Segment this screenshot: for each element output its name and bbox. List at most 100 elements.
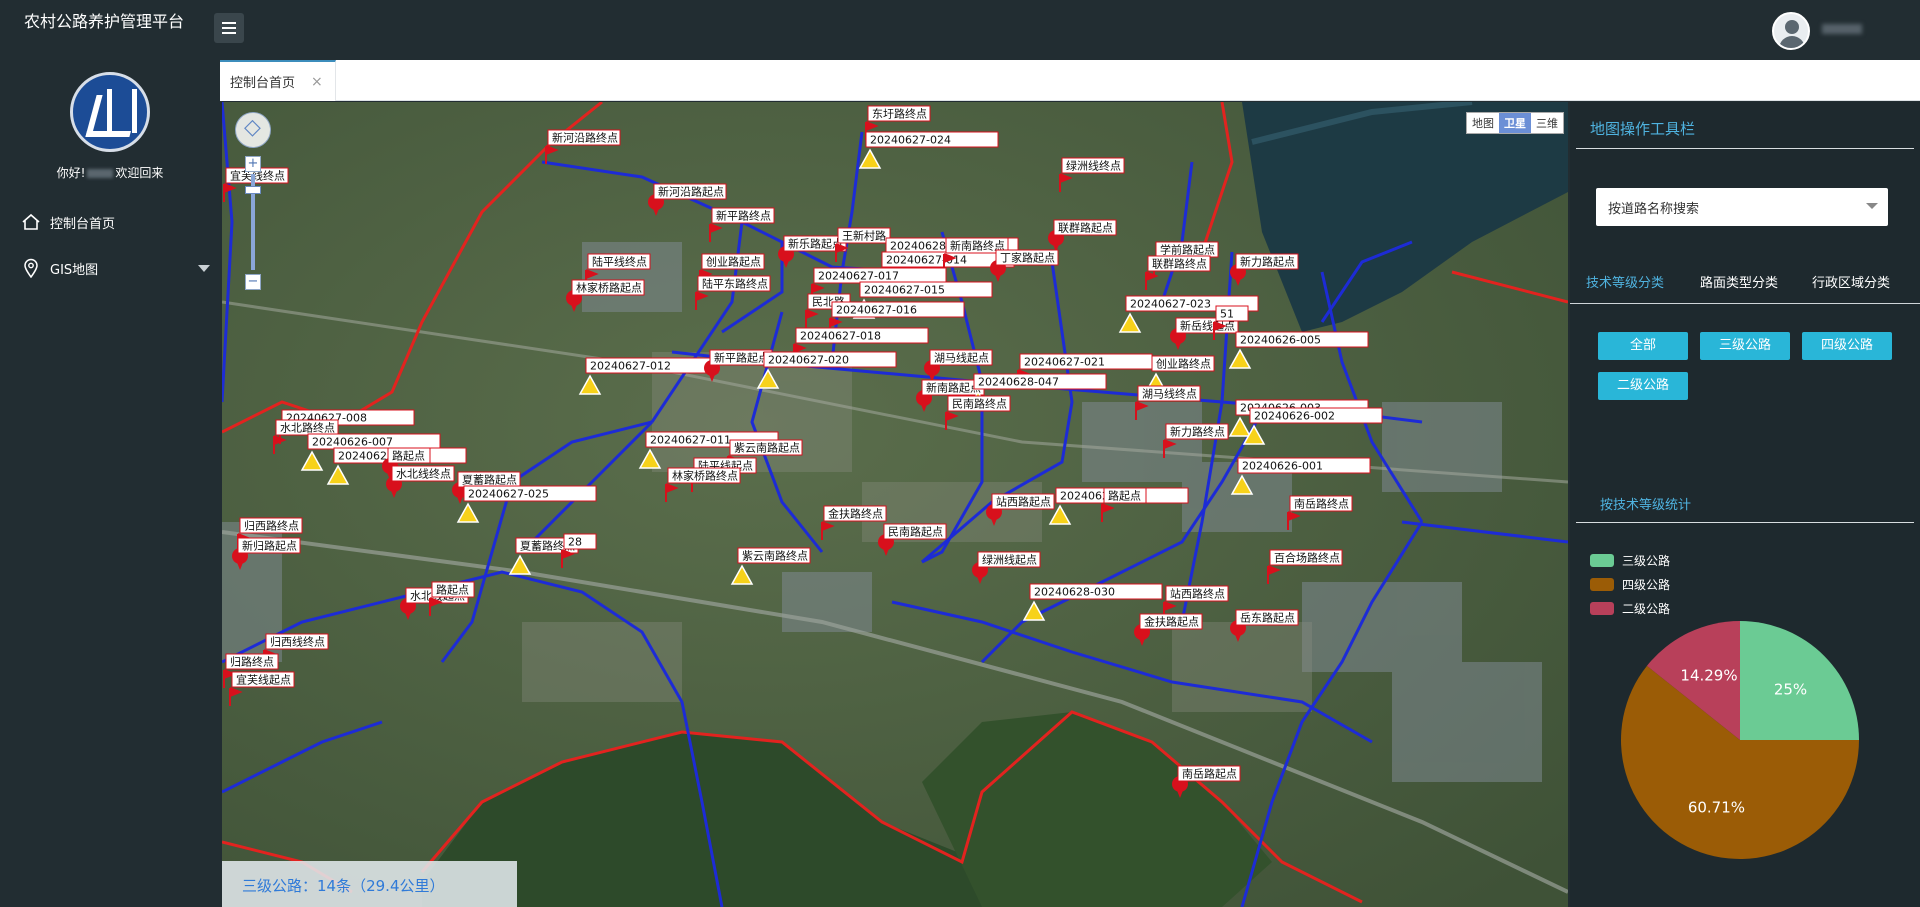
legend-item-class4[interactable]: 四级公路: [1590, 576, 1670, 593]
map-type-3d[interactable]: 三维: [1531, 113, 1563, 133]
map-label: 归路终点: [230, 655, 274, 669]
map-label: 新乐路起点: [788, 237, 843, 251]
map-pin-icon: [20, 258, 42, 278]
map-label: 51: [1220, 308, 1234, 321]
map-label: 20240626-001: [1242, 460, 1323, 473]
tab-surface-type[interactable]: 路面类型分类: [1700, 272, 1778, 304]
map-label: 王新村路: [842, 229, 886, 243]
legend-swatch: [1590, 602, 1614, 615]
map-label: 20240627-025: [468, 488, 549, 501]
map-toolbar-panel: 地图操作工具栏 按道路名称搜索 技术等级分类 路面类型分类 行政区域分类 全部 …: [1570, 102, 1920, 907]
map-label: 绿洲线起点: [982, 553, 1037, 567]
sidebar-item-dashboard[interactable]: 控制台首页: [0, 204, 220, 240]
legend-swatch: [1590, 578, 1614, 591]
map-label: 站西路终点: [1170, 587, 1225, 601]
map-label: 20240627-014: [886, 254, 967, 267]
user-avatar[interactable]: [1772, 12, 1810, 50]
map-canvas[interactable]: 东圩路终点20240627-024新河沿路终点绿洲线终点宜芙线终点新河沿路起点新…: [222, 102, 1568, 907]
map-label: 路起点: [392, 450, 425, 463]
map-label: 民南路起点: [888, 526, 943, 539]
map-type-map[interactable]: 地图: [1467, 113, 1499, 133]
map-label: 新南路起点: [926, 381, 981, 395]
map-label: 归西线终点: [270, 635, 325, 649]
tab-label: 控制台首页: [230, 76, 296, 91]
filter-class4-button[interactable]: 四级公路: [1802, 332, 1892, 360]
menu-toggle-button[interactable]: [214, 13, 244, 43]
map-label: 联群路终点: [1152, 257, 1207, 271]
gis-map[interactable]: 东圩路终点 20240627-024 新河沿路终点 绿洲线终点 宜芙线终点 新河沿路起点新…: [222, 102, 1568, 907]
map-label: 东圩路终点: [872, 107, 927, 121]
map-label: 水北路终点: [280, 421, 335, 435]
map-label: 20240626-007: [312, 436, 393, 449]
close-icon[interactable]: ×: [311, 74, 323, 90]
pie-chart-svg: 25% 60.71% 14.29%: [1621, 621, 1859, 859]
map-label: 新平路起点: [714, 351, 769, 365]
search-select-placeholder: 按道路名称搜索: [1608, 201, 1700, 217]
legend-label: 二级公路: [1622, 602, 1671, 616]
welcome-text: 你好! 欢迎回来: [0, 164, 220, 181]
map-label: 创业路终点: [1156, 357, 1211, 371]
map-label: 学前路起点: [1160, 243, 1215, 257]
map-label: 20240627-016: [836, 304, 917, 317]
map-label: 20240628-047: [978, 376, 1059, 389]
zoom-out-button[interactable]: −: [245, 274, 261, 290]
filter-class3-button[interactable]: 三级公路: [1700, 332, 1790, 360]
map-label: 20240627-018: [800, 330, 881, 343]
map-label: 民南路终点: [952, 397, 1007, 411]
map-label: 20240628-030: [1034, 586, 1115, 599]
pie-slice-label: 14.29%: [1680, 667, 1737, 685]
filter-all-button[interactable]: 全部: [1598, 332, 1688, 360]
welcome-prefix: 你好!: [56, 166, 86, 180]
road-stat-overlay: 三级公路：14条（29.4公里）: [222, 861, 517, 907]
map-label: 新力路终点: [1170, 425, 1225, 439]
map-label: 南岳路终点: [1294, 497, 1349, 511]
map-label: 20240627-023: [1130, 298, 1211, 311]
legend-item-class3[interactable]: 三级公路: [1590, 552, 1670, 569]
map-type-satellite[interactable]: 卫星: [1499, 113, 1531, 133]
user-name[interactable]: [1822, 24, 1862, 34]
sidebar: 你好! 欢迎回来 控制台首页 GIS地图: [0, 60, 220, 907]
legend-item-class2[interactable]: 二级公路: [1590, 600, 1670, 617]
map-label: 20240627-021: [1024, 356, 1105, 369]
divider: [1576, 148, 1914, 149]
panel-title: 地图操作工具栏: [1590, 120, 1696, 138]
stat-title: 按技术等级统计: [1600, 498, 1692, 513]
map-label: 夏蓄路起点: [462, 474, 517, 487]
pan-control[interactable]: [235, 112, 271, 148]
map-label: 20240626-005: [1240, 334, 1321, 347]
platform-logo: [70, 72, 150, 152]
chevron-down-icon: [1866, 203, 1878, 209]
top-header: 农村公路养护管理平台: [0, 0, 1920, 60]
tab-bar: 控制台首页 ×: [220, 60, 1920, 101]
map-label: 林家桥路起点: [576, 281, 642, 295]
tab-admin-region[interactable]: 行政区域分类: [1812, 272, 1890, 304]
map-label: 28: [568, 536, 582, 549]
filter-class2-button[interactable]: 二级公路: [1598, 372, 1688, 400]
pie-slice-label: 60.71%: [1688, 798, 1745, 816]
legend-label: 三级公路: [1622, 554, 1671, 568]
zoom-in-button[interactable]: +: [245, 156, 261, 172]
map-type-switcher: 地图 卫星 三维: [1466, 112, 1564, 134]
map-label: 百合场路终点: [1274, 551, 1340, 565]
map-label: 紫云南路起点: [734, 442, 800, 455]
zoom-slider-handle[interactable]: [245, 186, 261, 194]
pie-slice-label: 25%: [1774, 681, 1807, 699]
map-label: 陆平东路终点: [702, 277, 768, 291]
sidebar-item-gis-map[interactable]: GIS地图: [0, 250, 220, 286]
app-title: 农村公路养护管理平台: [24, 12, 185, 31]
map-label: 路起点: [1108, 490, 1141, 503]
map-label: 新河沿路起点: [658, 185, 724, 199]
map-label: 丁家路起点: [1000, 251, 1055, 265]
map-label: 站西路起点: [996, 495, 1051, 509]
map-label: 陆平线终点: [592, 255, 647, 269]
map-label: 20240627-011: [650, 434, 731, 447]
classification-tabs: 技术等级分类 路面类型分类 行政区域分类: [1570, 272, 1920, 304]
tab-dashboard[interactable]: 控制台首页 ×: [220, 60, 336, 101]
tab-tech-grade[interactable]: 技术等级分类: [1586, 272, 1664, 304]
map-label: 新归路起点: [242, 539, 297, 553]
welcome-suffix: 欢迎回来: [115, 166, 164, 180]
map-label: 南岳路起点: [1182, 768, 1237, 781]
legend-swatch: [1590, 554, 1614, 567]
map-label: 20240627-020: [768, 354, 849, 367]
road-name-search-select[interactable]: 按道路名称搜索: [1596, 188, 1888, 226]
